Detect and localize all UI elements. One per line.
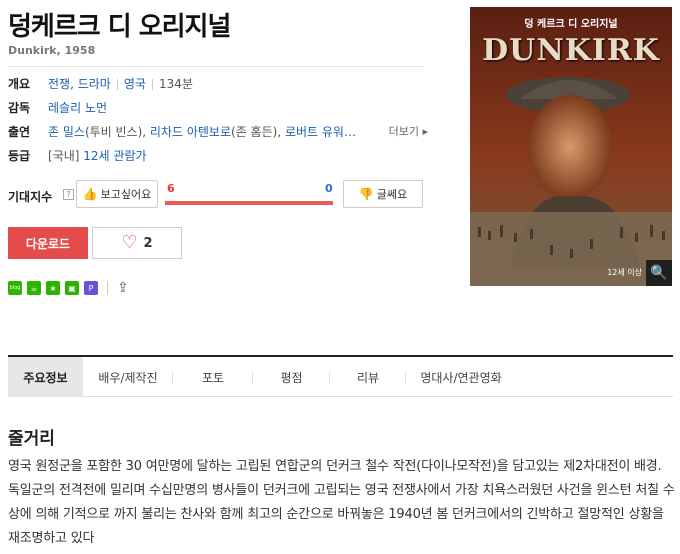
thumbs-down-icon: 👎 <box>358 187 374 201</box>
tab-cast-crew[interactable]: 배우/제작진 <box>83 357 173 397</box>
share-bar: blog ☕ ★ ▣ P ⇪ <box>8 280 129 296</box>
director-label: 감독 <box>8 101 31 115</box>
cast-list: 존 밀스(투비 빈스), 리차드 아텐보로(존 홈든), 로버트 유워… <box>48 120 376 144</box>
band-icon[interactable]: ▣ <box>65 281 79 295</box>
rating-value: [국내] 12세 관람가 <box>48 144 428 168</box>
rating-link[interactable]: 12세 관람가 <box>83 149 146 163</box>
tab-bar: 주요정보 배우/제작진 포토 평점 리뷰 명대사/연관영화 <box>8 355 673 397</box>
synopsis-heading: 줄거리 <box>8 429 55 449</box>
share-icon[interactable]: ⇪ <box>117 280 129 296</box>
want-count: 6 <box>167 182 175 195</box>
thumbs-up-icon: 👍 <box>82 187 98 201</box>
expectation-index: 기대지수 ? 👍 보고싶어요 6 0 👎 글쎄요 <box>8 180 428 210</box>
rating-row: 등급 [국내] 12세 관람가 <box>8 144 428 168</box>
blog-icon[interactable]: blog <box>8 281 22 295</box>
overview-row: 개요 전쟁, 드라마 영국 134분 <box>8 72 428 96</box>
movie-poster[interactable]: 덩 케르크 디 오리지널 DUNKIRK 12세 이상 🔍 <box>470 7 672 286</box>
like-count: 2 <box>143 235 153 251</box>
cast-link-1[interactable]: 존 밀스 <box>48 125 85 139</box>
cast-link-3[interactable]: 로버트 유워… <box>285 125 356 139</box>
overview-label: 개요 <box>8 77 31 91</box>
expectation-bar <box>165 201 333 205</box>
post-icon[interactable]: P <box>84 281 98 295</box>
country-link[interactable]: 영국 <box>124 77 146 91</box>
director-link[interactable]: 레슬리 노먼 <box>48 96 428 120</box>
more-cast-link[interactable]: 더보기 ▸ <box>389 120 428 144</box>
cast-role-1: (투비 빈스), <box>84 125 150 139</box>
tab-main-info[interactable]: 주요정보 <box>8 357 83 397</box>
not-sure-button[interactable]: 👎 글쎄요 <box>343 180 423 208</box>
expectation-label: 기대지수 <box>8 190 53 204</box>
overview-value: 전쟁, 드라마 영국 134분 <box>48 72 428 96</box>
like-button[interactable]: ♡ 2 <box>92 227 182 259</box>
want-to-see-button[interactable]: 👍 보고싶어요 <box>76 180 158 208</box>
cast-row: 출연 존 밀스(투비 빈스), 리차드 아텐보로(존 홈든), 로버트 유워… … <box>8 120 428 144</box>
tab-quotes-related[interactable]: 명대사/연관영화 <box>406 357 516 397</box>
download-button[interactable]: 다운로드 <box>8 227 88 259</box>
cast-role-2: (존 홈든), <box>231 125 285 139</box>
heart-icon: ♡ <box>121 232 138 253</box>
meh-count: 0 <box>325 182 333 195</box>
tab-ratings[interactable]: 평점 <box>253 357 330 397</box>
poster-caption: 덩 케르크 디 오리지널 <box>524 19 618 30</box>
cast-link-2[interactable]: 리차드 아텐보로 <box>150 125 231 139</box>
want-to-see-label: 보고싶어요 <box>100 188 152 201</box>
star-icon[interactable]: ★ <box>46 281 60 295</box>
rating-prefix: [국내] <box>48 149 80 163</box>
synopsis-text: 영국 원정군을 포함한 30 여만명에 달하는 고립된 연합군의 던커크 철수 … <box>8 459 675 546</box>
genres-link[interactable]: 전쟁, 드라마 <box>48 77 111 91</box>
cast-label: 출연 <box>8 125 31 139</box>
cafe-icon[interactable]: ☕ <box>27 281 41 295</box>
original-title: Dunkirk, 1958 <box>8 44 96 57</box>
share-divider <box>107 281 108 295</box>
help-icon[interactable]: ? <box>63 189 74 200</box>
rating-label: 등급 <box>8 149 31 163</box>
director-row: 감독 레슬리 노먼 <box>8 96 428 120</box>
runtime: 134분 <box>158 77 193 91</box>
movie-title: 덩케르크 디 오리지널 <box>8 12 231 42</box>
divider <box>8 66 424 67</box>
tab-photos[interactable]: 포토 <box>173 357 253 397</box>
poster-rating-badge: 12세 이상 <box>607 268 642 277</box>
movie-info: 개요 전쟁, 드라마 영국 134분 감독 레슬리 노먼 출연 존 밀스(투비 빈스… <box>8 72 428 168</box>
poster-big-title: DUNKIRK <box>482 33 660 68</box>
zoom-icon[interactable]: 🔍 <box>646 260 672 286</box>
not-sure-label: 글쎄요 <box>376 188 408 201</box>
tab-reviews[interactable]: 리뷰 <box>330 357 406 397</box>
